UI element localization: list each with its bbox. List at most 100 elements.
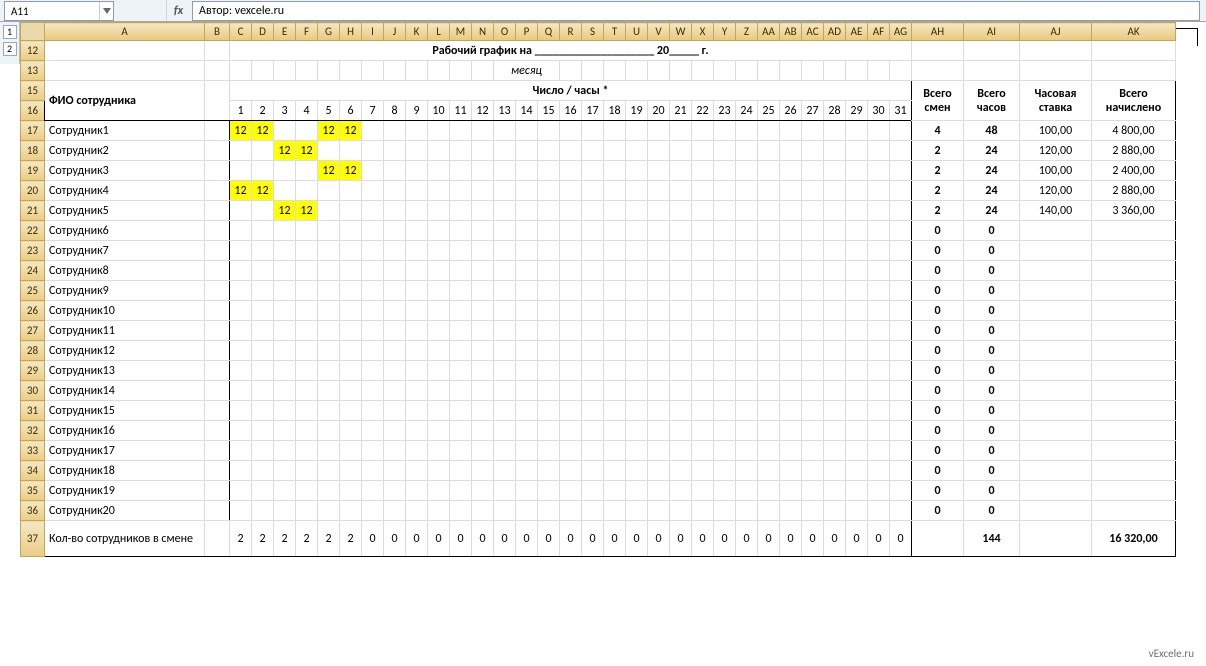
day-cell[interactable] [626, 421, 648, 441]
day-cell[interactable] [384, 381, 406, 401]
day-cell[interactable] [428, 361, 450, 381]
day-cell[interactable] [648, 281, 670, 301]
day-cell[interactable] [538, 441, 560, 461]
day-cell[interactable] [890, 201, 912, 221]
day-cell[interactable] [648, 261, 670, 281]
day-cell[interactable] [802, 501, 824, 521]
footer-day-count[interactable]: 0 [406, 521, 428, 557]
day-cell[interactable] [340, 281, 362, 301]
day-cell[interactable] [296, 441, 318, 461]
total-pay-cell[interactable]: 2 880,00 [1092, 141, 1176, 161]
total-pay-cell[interactable] [1092, 221, 1176, 241]
day-cell[interactable] [230, 481, 252, 501]
day-cell[interactable] [692, 221, 714, 241]
day-cell[interactable] [252, 401, 274, 421]
day-cell[interactable] [538, 421, 560, 441]
day-cell[interactable] [846, 441, 868, 461]
day-cell[interactable] [604, 401, 626, 421]
day-cell[interactable] [560, 141, 582, 161]
day-cell[interactable] [472, 381, 494, 401]
employee-name-cell[interactable]: Сотрудник7 [45, 241, 205, 261]
row-header[interactable]: 25 [21, 281, 45, 301]
day-cell[interactable] [648, 161, 670, 181]
day-cell[interactable] [604, 421, 626, 441]
day-cell[interactable] [582, 241, 604, 261]
day-cell[interactable] [340, 141, 362, 161]
day-cell[interactable] [230, 281, 252, 301]
employee-name-cell[interactable]: Сотрудник6 [45, 221, 205, 241]
header-day-number[interactable]: 20 [648, 101, 670, 121]
day-cell[interactable] [582, 141, 604, 161]
day-cell[interactable] [604, 341, 626, 361]
day-cell[interactable] [494, 481, 516, 501]
day-cell[interactable] [802, 301, 824, 321]
day-cell[interactable] [890, 161, 912, 181]
day-cell[interactable] [736, 321, 758, 341]
cell[interactable] [472, 61, 494, 81]
day-cell[interactable] [516, 441, 538, 461]
day-cell[interactable] [362, 461, 384, 481]
day-cell[interactable] [736, 501, 758, 521]
employee-name-cell[interactable]: Сотрудник15 [45, 401, 205, 421]
day-cell[interactable] [340, 481, 362, 501]
row-header[interactable]: 27 [21, 321, 45, 341]
footer-day-count[interactable]: 0 [780, 521, 802, 557]
employee-name-cell[interactable]: Сотрудник11 [45, 321, 205, 341]
day-cell[interactable] [736, 221, 758, 241]
cell[interactable] [205, 401, 230, 421]
day-cell[interactable]: 12 [252, 181, 274, 201]
day-cell[interactable] [868, 501, 890, 521]
day-cell[interactable] [846, 321, 868, 341]
day-cell[interactable] [296, 161, 318, 181]
day-cell[interactable] [736, 241, 758, 261]
column-header[interactable]: G [318, 23, 340, 41]
day-cell[interactable] [626, 341, 648, 361]
day-cell[interactable] [230, 241, 252, 261]
column-header[interactable]: S [582, 23, 604, 41]
day-cell[interactable] [758, 181, 780, 201]
employee-name-cell[interactable]: Сотрудник10 [45, 301, 205, 321]
day-cell[interactable] [494, 181, 516, 201]
day-cell[interactable] [252, 241, 274, 261]
day-cell[interactable] [846, 161, 868, 181]
day-cell[interactable]: 12 [340, 121, 362, 141]
total-hours-cell[interactable]: 24 [964, 141, 1020, 161]
day-cell[interactable] [274, 261, 296, 281]
day-cell[interactable] [692, 481, 714, 501]
total-shifts-cell[interactable]: 2 [912, 201, 964, 221]
day-cell[interactable] [494, 461, 516, 481]
day-cell[interactable] [582, 301, 604, 321]
day-cell[interactable] [406, 321, 428, 341]
day-cell[interactable] [560, 221, 582, 241]
day-cell[interactable] [692, 361, 714, 381]
day-cell[interactable] [494, 421, 516, 441]
day-cell[interactable] [736, 141, 758, 161]
day-cell[interactable] [824, 441, 846, 461]
day-cell[interactable] [384, 421, 406, 441]
column-header[interactable]: AC [802, 23, 824, 41]
title-cell[interactable]: Рабочий график на ____________________ 2… [230, 41, 912, 61]
day-cell[interactable] [318, 501, 340, 521]
day-cell[interactable] [362, 501, 384, 521]
day-cell[interactable] [670, 341, 692, 361]
day-cell[interactable] [824, 321, 846, 341]
day-cell[interactable] [494, 381, 516, 401]
rate-cell[interactable] [1020, 321, 1092, 341]
day-cell[interactable] [318, 441, 340, 461]
row-header[interactable]: 22 [21, 221, 45, 241]
day-cell[interactable] [868, 121, 890, 141]
day-cell[interactable] [406, 501, 428, 521]
day-cell[interactable] [604, 161, 626, 181]
header-day-number[interactable]: 25 [758, 101, 780, 121]
footer-day-count[interactable]: 0 [582, 521, 604, 557]
total-hours-cell[interactable]: 0 [964, 241, 1020, 261]
day-cell[interactable] [274, 221, 296, 241]
cell[interactable] [340, 61, 362, 81]
total-shifts-cell[interactable]: 0 [912, 261, 964, 281]
day-cell[interactable] [362, 141, 384, 161]
day-cell[interactable] [648, 241, 670, 261]
day-cell[interactable] [472, 181, 494, 201]
day-cell[interactable] [868, 261, 890, 281]
total-pay-cell[interactable] [1092, 421, 1176, 441]
footer-day-count[interactable]: 0 [868, 521, 890, 557]
